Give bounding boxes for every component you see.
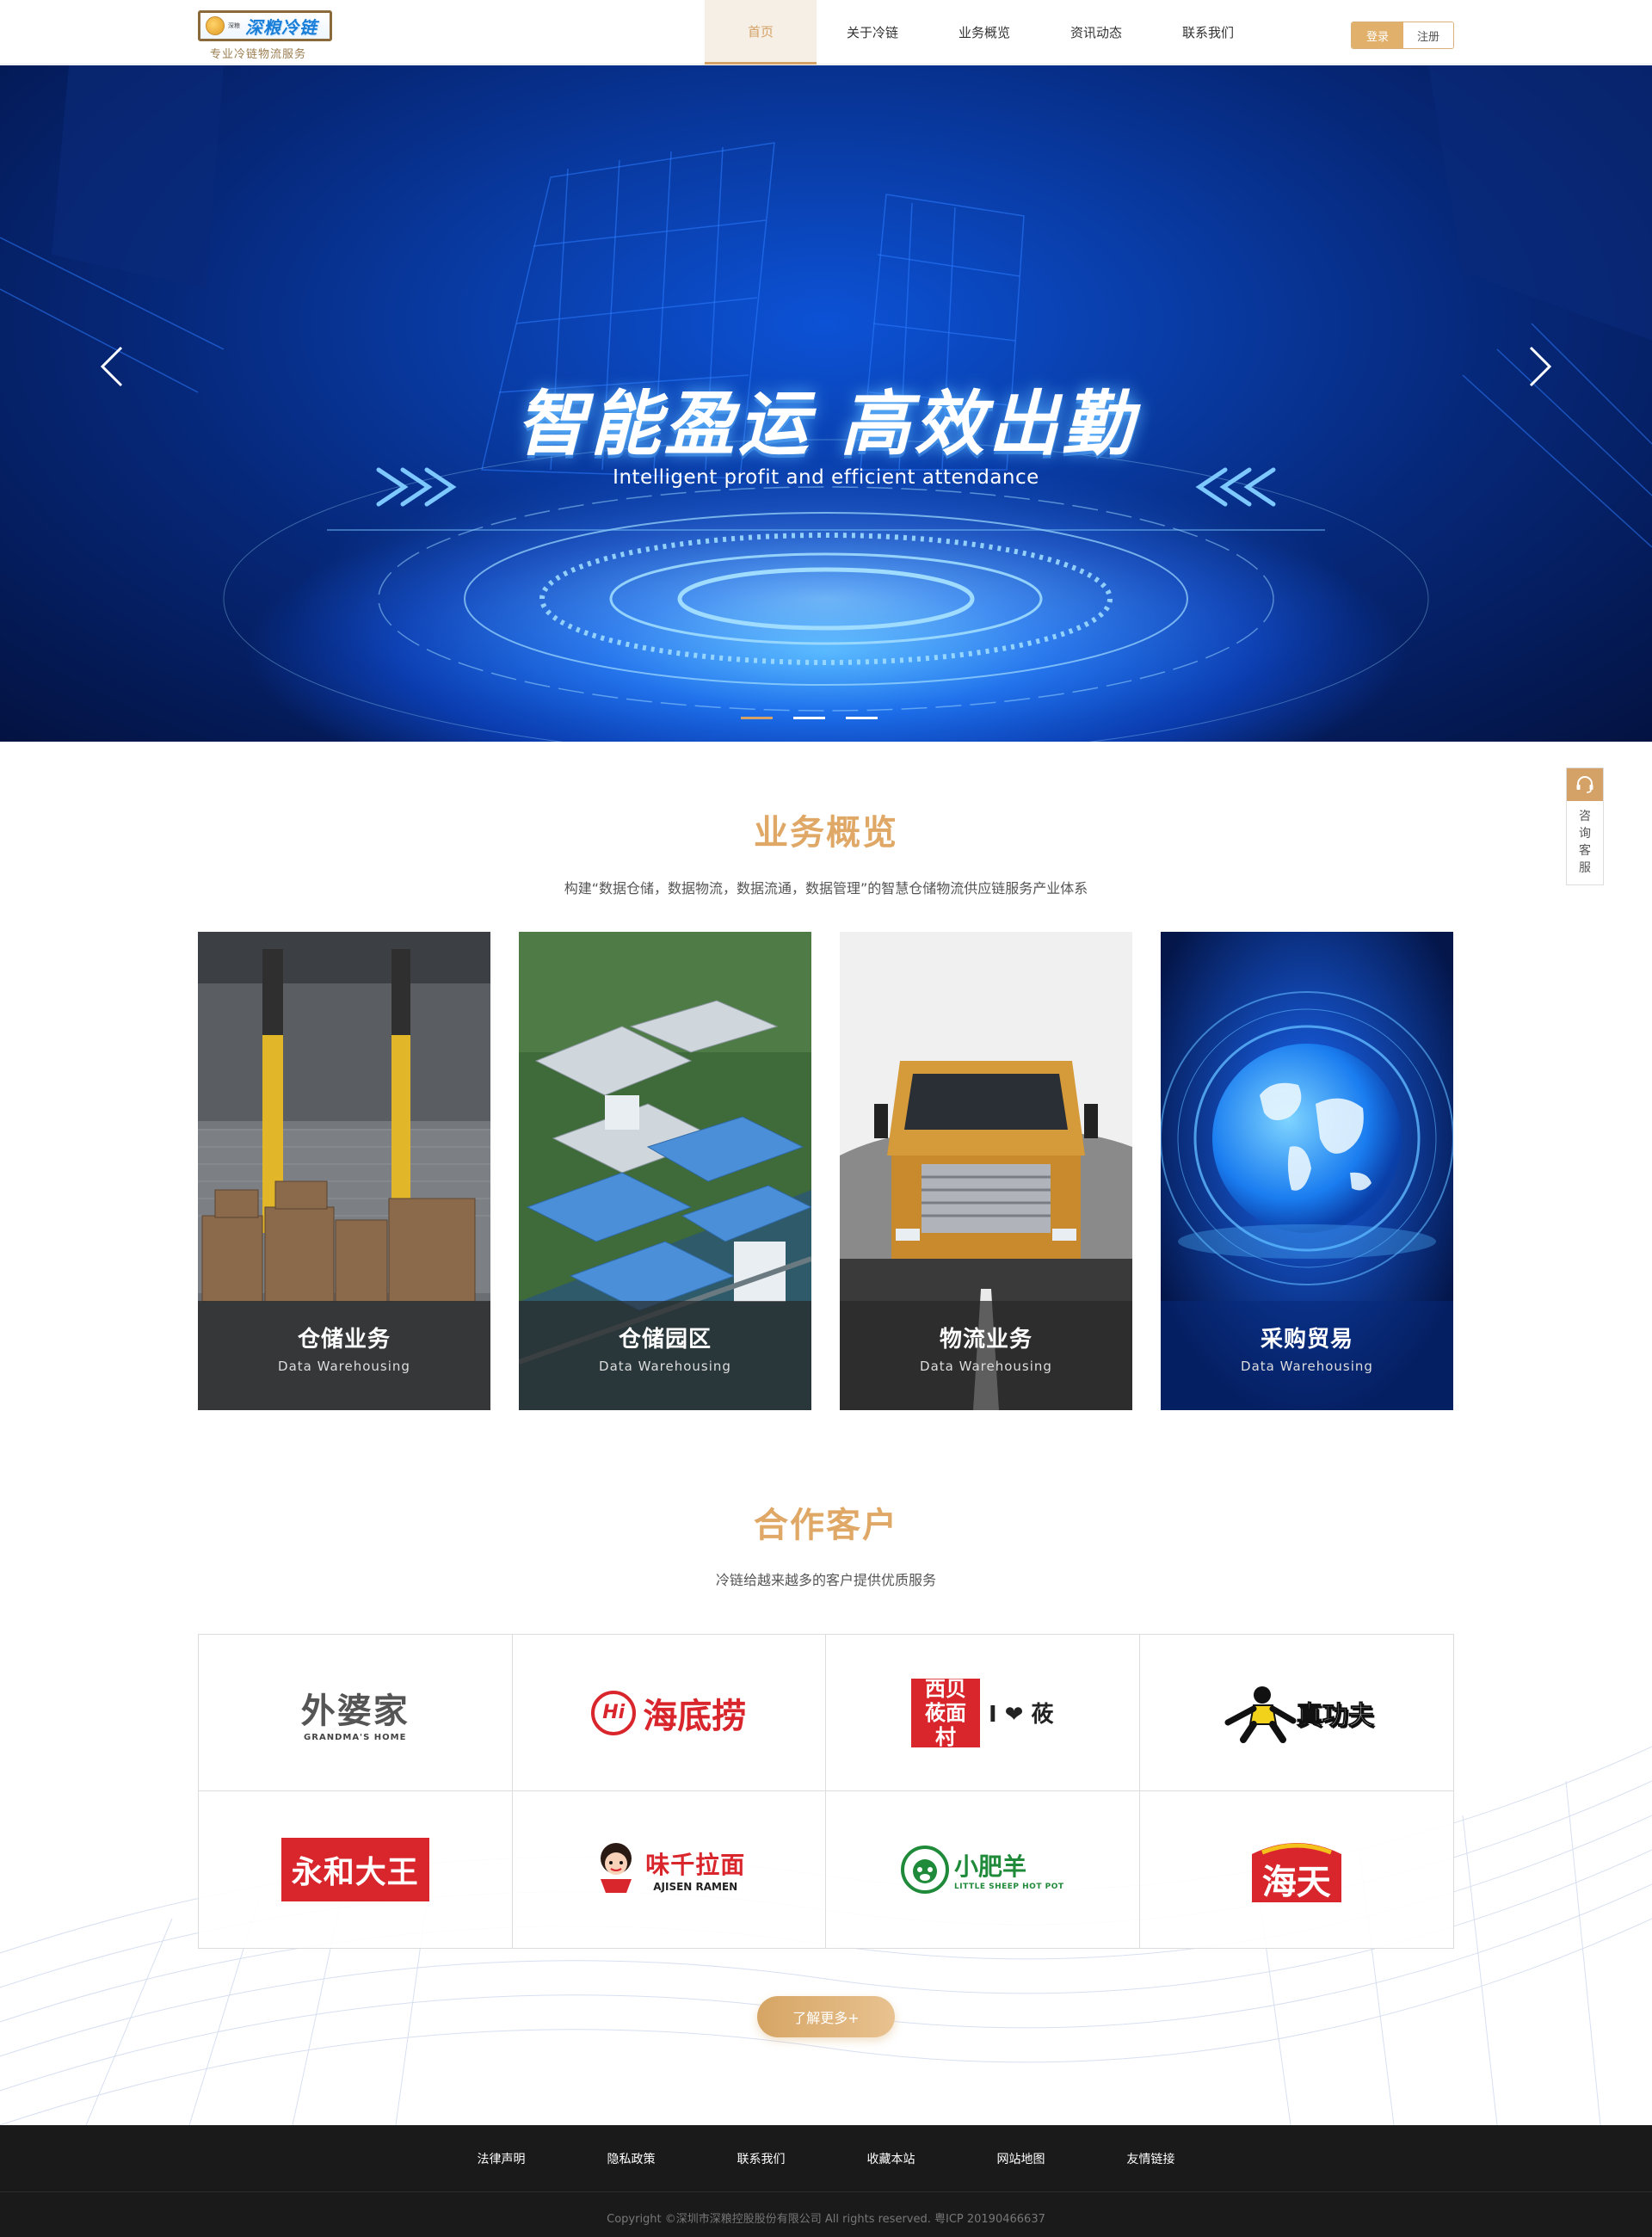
banner-dot-1[interactable] — [741, 717, 773, 719]
logo-text: 真功夫 — [1296, 1700, 1374, 1731]
copyright-text: Copyright ©深圳市深粮控股股份有限公司 All rights rese… — [607, 2213, 1045, 2226]
logo-little-sheep: 小肥羊 LITTLE SHEEP HOT POT — [901, 1846, 1063, 1894]
client-logo-grid: 外婆家 GRANDMA'S HOME Hi 海底捞 西贝莜面村 I ❤ 莜 真功… — [198, 1634, 1454, 1949]
logo-little-sheep-text: 小肥羊 LITTLE SHEEP HOT POT — [954, 1848, 1063, 1891]
card-caption: 物流业务 Data Warehousing — [840, 1301, 1132, 1410]
card-caption: 仓储业务 Data Warehousing — [198, 1301, 490, 1410]
card-subtitle: Data Warehousing — [599, 1359, 731, 1374]
logo-ajisen-text: 味千拉面 AJISEN RAMEN — [645, 1846, 745, 1893]
logo-text: 外婆家 — [300, 1691, 410, 1731]
banner-dot-2[interactable] — [793, 717, 825, 719]
client-logo-zhengongfu[interactable]: 真功夫 — [1139, 1635, 1453, 1791]
banner-pagination — [741, 717, 878, 719]
auth-buttons: 登录 注册 — [1351, 22, 1454, 49]
headset-icon — [1567, 768, 1603, 801]
logo-text: 西贝莜面村 — [910, 1677, 980, 1749]
business-section-title: 业务概览 — [754, 813, 898, 853]
logo-box: 深粮 深粮冷链 — [198, 10, 332, 41]
nav-item-business[interactable]: 业务概览 — [928, 0, 1040, 65]
nav-item-about[interactable]: 关于冷链 — [817, 0, 928, 65]
logo-subtext: I ❤ 莜 — [988, 1702, 1054, 1728]
logo-ajisen: 味千拉面 AJISEN RAMEN — [592, 1840, 745, 1900]
site-footer: 法律声明 隐私政策 联系我们 收藏本站 网站地图 友情链接 Copyright … — [0, 2125, 1652, 2237]
nav-item-home[interactable]: 首页 — [705, 0, 817, 65]
nav-item-contact[interactable]: 联系我们 — [1152, 0, 1264, 65]
client-logo-yonghe[interactable]: 永和大王 — [199, 1791, 513, 1948]
kungfu-figure-icon — [1224, 1685, 1297, 1743]
register-button[interactable]: 注册 — [1403, 22, 1453, 48]
logo-name: 深粮冷链 — [245, 16, 317, 38]
card-subtitle: Data Warehousing — [920, 1359, 1052, 1374]
learn-more-button[interactable]: 了解更多+ — [757, 1996, 895, 2037]
logo-text: 海底捞 — [643, 1696, 747, 1736]
business-card-warehousing[interactable]: 仓储业务 Data Warehousing — [198, 932, 490, 1410]
footer-link-sitemap[interactable]: 网站地图 — [956, 2150, 1086, 2167]
client-logo-ajisen[interactable]: 味千拉面 AJISEN RAMEN — [513, 1791, 826, 1948]
logo-text: 小肥羊 — [954, 1852, 1027, 1881]
business-card-trade[interactable]: 采购贸易 Data Warehousing — [1161, 932, 1453, 1410]
main-nav: 首页 关于冷链 业务概览 资讯动态 联系我们 — [705, 0, 1264, 65]
logo-small-text: 深粮 — [228, 22, 240, 29]
footer-link-privacy[interactable]: 隐私政策 — [566, 2150, 696, 2167]
card-title: 采购贸易 — [1260, 1327, 1353, 1353]
sheep-icon — [901, 1846, 950, 1894]
site-header: 深粮 深粮冷链 专业冷链物流服务 首页 关于冷链 业务概览 资讯动态 联系我们 … — [0, 0, 1652, 65]
footer-links: 法律声明 隐私政策 联系我们 收藏本站 网站地图 友情链接 — [0, 2125, 1652, 2192]
business-card-park[interactable]: 仓储园区 Data Warehousing — [519, 932, 811, 1410]
card-subtitle: Data Warehousing — [1241, 1359, 1373, 1374]
logo-text: 永和大王 — [280, 1838, 429, 1901]
logo-xibei: 西贝莜面村 I ❤ 莜 — [910, 1677, 1054, 1749]
logo-haitian: 海天 — [1245, 1835, 1348, 1904]
logo-grandmas-home: 外婆家 GRANDMA'S HOME — [301, 1683, 410, 1742]
logo-zhengongfu: 真功夫 — [1219, 1683, 1374, 1743]
card-title: 仓储园区 — [618, 1327, 712, 1353]
logo-emblem-icon — [206, 16, 225, 35]
card-title: 物流业务 — [939, 1327, 1032, 1353]
clients-section-subtitle: 冷链给越来越多的客户提供优质服务 — [715, 1572, 936, 1588]
chevron-left-icon — [100, 346, 123, 387]
banner-subtitle: Intelligent profit and efficient attenda… — [613, 466, 1039, 489]
hero-banner: 智能盈运 高效出勤 Intelligent profit and efficie… — [0, 65, 1652, 742]
clients-section-title: 合作客户 — [754, 1506, 898, 1545]
banner-prev-arrow[interactable] — [95, 341, 129, 392]
card-caption: 仓储园区 Data Warehousing — [519, 1301, 811, 1410]
client-logo-xibei[interactable]: 西贝莜面村 I ❤ 莜 — [826, 1635, 1140, 1791]
nav-item-news[interactable]: 资讯动态 — [1040, 0, 1152, 65]
business-cards: 仓储业务 Data Warehousing 仓储园区 Data Warehous… — [198, 932, 1453, 1410]
footer-link-contact[interactable]: 联系我们 — [696, 2150, 826, 2167]
logo-text: 味千拉面 — [645, 1851, 746, 1879]
chevron-right-icon — [1529, 346, 1552, 387]
banner-title: 智能盈运 高效出勤 — [515, 384, 1137, 465]
footer-link-friends[interactable]: 友情链接 — [1086, 2150, 1216, 2167]
logo-haidilao: Hi 海底捞 — [591, 1688, 746, 1738]
logo-subtext: GRANDMA'S HOME — [304, 1733, 407, 1742]
card-caption: 采购贸易 Data Warehousing — [1161, 1301, 1453, 1410]
footer-link-bookmark[interactable]: 收藏本站 — [826, 2150, 956, 2167]
logo-subtext: LITTLE SHEEP HOT POT — [954, 1883, 1064, 1891]
logo-tagline: 专业冷链物流服务 — [210, 48, 307, 61]
card-subtitle: Data Warehousing — [278, 1359, 410, 1374]
ajisen-girl-icon — [601, 1843, 632, 1893]
login-button[interactable]: 登录 — [1352, 22, 1403, 48]
logo-hi-icon: Hi — [591, 1690, 637, 1735]
footer-link-legal[interactable]: 法律声明 — [436, 2150, 566, 2167]
business-card-logistics[interactable]: 物流业务 Data Warehousing — [840, 932, 1132, 1410]
card-title: 仓储业务 — [297, 1327, 391, 1353]
logo-text: 海天 — [1261, 1863, 1331, 1902]
business-section-subtitle: 构建“数据仓储，数据物流，数据流通，数据管理”的智慧仓储物流供应链服务产业体系 — [564, 880, 1088, 897]
logo-subtext: AJISEN RAMEN — [653, 1881, 738, 1893]
client-logo-little-sheep[interactable]: 小肥羊 LITTLE SHEEP HOT POT — [826, 1791, 1140, 1948]
banner-next-arrow[interactable] — [1523, 341, 1557, 392]
client-logo-haitian[interactable]: 海天 — [1140, 1791, 1454, 1948]
client-logo-grandmas-home[interactable]: 外婆家 GRANDMA'S HOME — [199, 1635, 513, 1791]
client-logo-haidilao[interactable]: Hi 海底捞 — [512, 1635, 826, 1791]
site-logo[interactable]: 深粮 深粮冷链 专业冷链物流服务 — [198, 10, 332, 61]
banner-dot-3[interactable] — [846, 717, 878, 719]
